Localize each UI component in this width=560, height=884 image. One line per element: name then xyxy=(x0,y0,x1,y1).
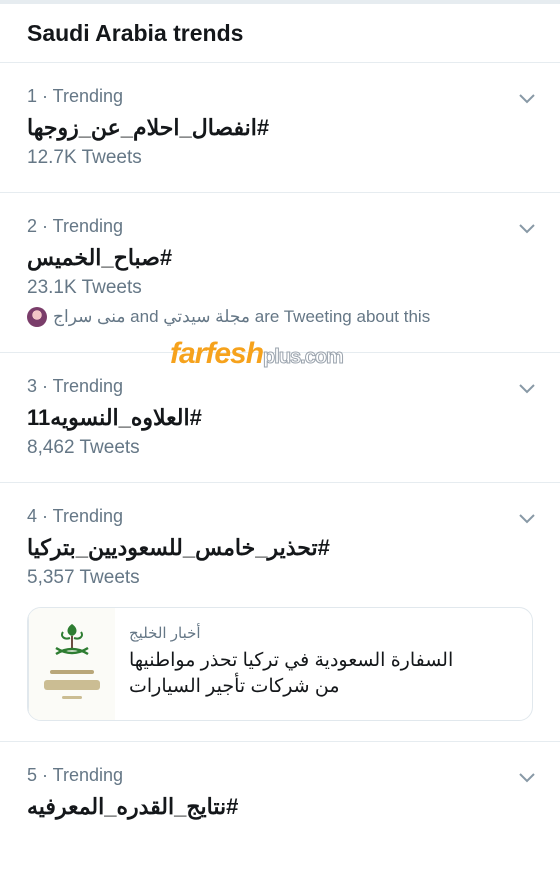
watermark: farfeshplus.com xyxy=(170,337,345,371)
trend-tweet-count: 12.7K Tweets xyxy=(27,147,142,168)
trend-name[interactable]: #انفصال_احلام_عن_زوجها xyxy=(27,113,533,143)
news-card-source: أخبار الخليج xyxy=(129,625,201,642)
watermark-main: farfesh xyxy=(170,337,264,370)
trend-tweet-count: 5,357 Tweets xyxy=(27,567,140,588)
trend-context-text: منى سراج and مجلة سيدتي are Tweeting abo… xyxy=(53,307,431,326)
trends-header: Saudi Arabia trends xyxy=(0,4,560,63)
trend-meta: 3 · Trending xyxy=(27,376,124,396)
page-title: Saudi Arabia trends xyxy=(27,19,244,46)
avatar xyxy=(27,307,47,327)
trend-item[interactable]: 2 · Trending #صباح_الخميس 23.1K Tweets م… xyxy=(0,193,560,353)
chevron-down-icon[interactable] xyxy=(518,509,536,527)
trend-item[interactable]: 3 · Trending #العلاوه_النسويه11 8,462 Tw… xyxy=(0,353,560,483)
trend-name[interactable]: #نتايج_القدره_المعرفيه xyxy=(27,792,533,822)
trend-name[interactable]: #صباح_الخميس xyxy=(27,243,533,273)
trend-meta: 1 · Trending xyxy=(27,86,124,106)
trend-name[interactable]: #العلاوه_النسويه11 xyxy=(27,403,533,433)
watermark-suffix: plus.com xyxy=(263,346,345,369)
trend-meta: 4 · Trending xyxy=(27,506,124,526)
trend-name[interactable]: #تحذير_خامس_للسعوديين_بتركيا xyxy=(27,533,533,563)
trend-tweet-count: 8,462 Tweets xyxy=(27,437,140,458)
trend-meta: 5 · Trending xyxy=(27,765,124,785)
trend-context: منى سراج and مجلة سيدتي are Tweeting abo… xyxy=(27,307,533,327)
chevron-down-icon[interactable] xyxy=(518,219,536,237)
trend-tweet-count: 23.1K Tweets xyxy=(27,277,142,298)
chevron-down-icon[interactable] xyxy=(518,379,536,397)
chevron-down-icon[interactable] xyxy=(518,89,536,107)
news-card-title: السفارة السعودية في تركيا تحذر مواطنيها … xyxy=(129,648,516,700)
saudi-emblem-icon xyxy=(28,608,115,720)
trend-meta: 2 · Trending xyxy=(27,216,124,236)
chevron-down-icon[interactable] xyxy=(518,768,536,786)
trend-item[interactable]: 5 · Trending #نتايج_القدره_المعرفيه xyxy=(0,742,560,884)
news-card-title-line: السفارة السعودية في تركيا تحذر مواطنيها xyxy=(129,650,454,671)
trend-item[interactable]: 4 · Trending #تحذير_خامس_للسعوديين_بتركي… xyxy=(0,483,560,742)
news-card-title-line: من شركات تأجير السيارات xyxy=(129,676,340,697)
news-card-text: أخبار الخليج السفارة السعودية في تركيا ت… xyxy=(115,608,532,720)
news-card[interactable]: أخبار الخليج السفارة السعودية في تركيا ت… xyxy=(27,607,533,721)
trend-item[interactable]: 1 · Trending #انفصال_احلام_عن_زوجها 12.7… xyxy=(0,63,560,193)
